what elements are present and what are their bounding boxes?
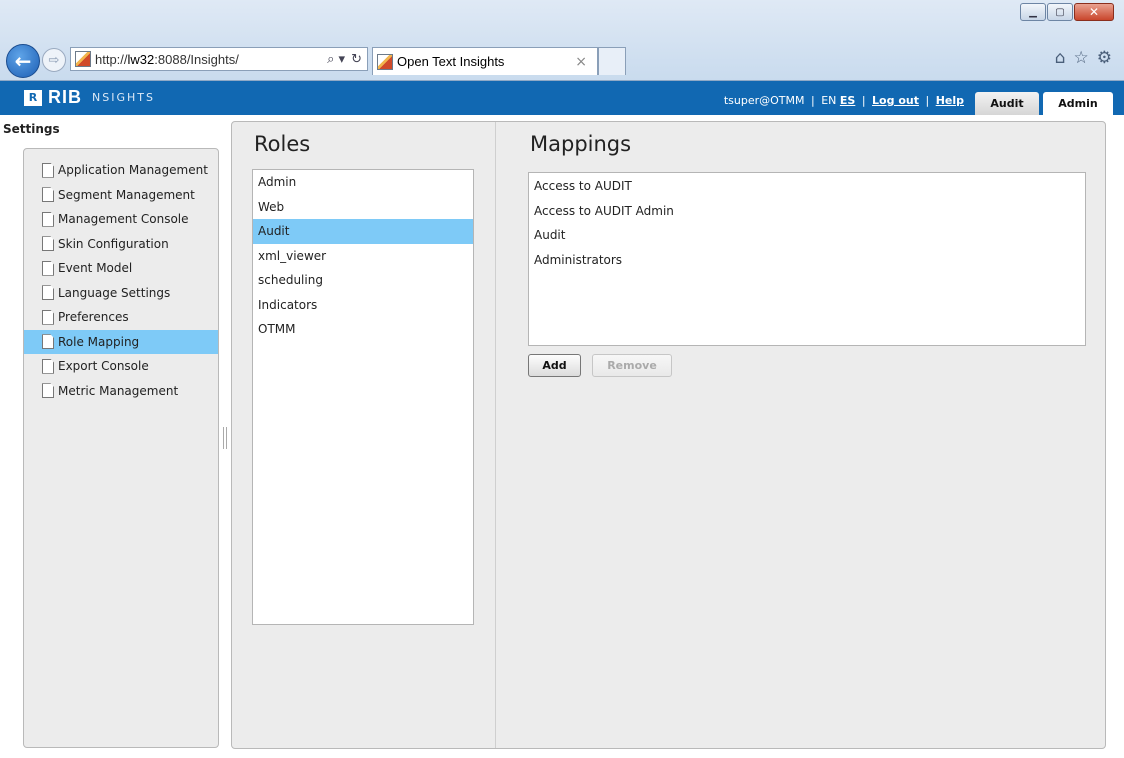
roles-title: Roles [254, 132, 311, 156]
user-links: tsuper@OTMM | EN ES | Log out | Help [723, 94, 964, 107]
tab-title: Open Text Insights [397, 54, 505, 69]
logo-icon: R [24, 89, 42, 106]
mappings-list[interactable]: Access to AUDIT Access to AUDIT Admin Au… [528, 172, 1086, 346]
document-icon [42, 162, 54, 178]
sidebar-item-management-console[interactable]: Management Console [24, 207, 218, 232]
home-icon[interactable]: ⌂ [1055, 48, 1066, 68]
product-name: NSIGHTS [92, 91, 155, 104]
maximize-button[interactable]: ▢ [1047, 3, 1073, 21]
star-icon[interactable]: ☆ [1074, 48, 1089, 68]
sidebar-item-application-management[interactable]: Application Management [24, 158, 218, 183]
close-tab-icon[interactable]: × [575, 54, 597, 70]
settings-sidebar: Application Management Segment Managemen… [23, 148, 219, 748]
panel-splitter-handle[interactable] [223, 427, 227, 449]
mapping-item[interactable]: Administrators [529, 248, 1085, 273]
role-item[interactable]: Indicators [253, 293, 473, 318]
browser-toolbar-right: ⌂ ☆ ⚙ [1055, 48, 1112, 68]
window-controls: ▁ ▢ ✕ [1019, 3, 1114, 21]
help-link[interactable]: Help [936, 94, 964, 107]
sidebar-item-role-mapping[interactable]: Role Mapping [24, 329, 218, 354]
logout-link[interactable]: Log out [872, 94, 919, 107]
sidebar-item-skin-configuration[interactable]: Skin Configuration [24, 232, 218, 257]
role-item[interactable]: scheduling [253, 268, 473, 293]
document-icon [42, 236, 54, 252]
role-item[interactable]: Web [253, 195, 473, 220]
new-tab-button[interactable] [598, 47, 626, 75]
role-item[interactable]: OTMM [253, 317, 473, 342]
document-icon [42, 358, 54, 374]
url-host: lw32 [127, 51, 155, 67]
roles-list[interactable]: Admin Web Audit xml_viewer scheduling In… [252, 169, 474, 625]
document-icon [42, 334, 54, 350]
sidebar-item-metric-management[interactable]: Metric Management [24, 379, 218, 404]
document-icon [42, 260, 54, 276]
sidebar-item-language-settings[interactable]: Language Settings [24, 281, 218, 306]
tab-audit[interactable]: Audit [975, 92, 1039, 115]
lang-en: EN [821, 94, 837, 107]
mapping-item[interactable]: Access to AUDIT [529, 174, 1085, 199]
sidebar-item-segment-management[interactable]: Segment Management [24, 183, 218, 208]
mappings-title: Mappings [530, 132, 632, 156]
mapping-item[interactable]: Audit [529, 223, 1085, 248]
url-text[interactable]: http://lw32:8088/Insights/ [95, 52, 327, 67]
back-icon[interactable]: ← [6, 44, 40, 78]
forward-icon[interactable]: ⇨ [42, 48, 66, 72]
remove-button[interactable]: Remove [592, 354, 672, 377]
refresh-icon[interactable]: ↻ [351, 52, 362, 67]
roles-pane: Roles Admin Web Audit xml_viewer schedul… [232, 122, 496, 748]
role-item[interactable]: Admin [253, 170, 473, 195]
minimize-button[interactable]: ▁ [1020, 3, 1046, 21]
address-bar[interactable]: http://lw32:8088/Insights/ ⌕ ▾ ↻ [70, 47, 368, 71]
app-header: R RIB NSIGHTS tsuper@OTMM | EN ES | Log … [0, 81, 1124, 115]
document-icon [42, 309, 54, 325]
role-mapping-panel: Roles Admin Web Audit xml_viewer schedul… [231, 121, 1106, 749]
settings-title: Settings [3, 122, 60, 136]
mappings-pane: Mappings Access to AUDIT Access to AUDIT… [496, 122, 1105, 748]
favicon [75, 51, 91, 67]
close-window-button[interactable]: ✕ [1074, 3, 1114, 21]
document-icon [42, 187, 54, 203]
role-item[interactable]: xml_viewer [253, 244, 473, 269]
logo-text: RIB [48, 87, 82, 107]
document-icon [42, 285, 54, 301]
role-item-selected[interactable]: Audit [253, 219, 473, 244]
browser-chrome: ▁ ▢ ✕ ← ⇨ http://lw32:8088/Insights/ ⌕ ▾… [0, 0, 1124, 81]
username: tsuper@OTMM [723, 94, 805, 107]
browser-tab[interactable]: Open Text Insights × [372, 47, 598, 75]
document-icon [42, 211, 54, 227]
lang-es-link[interactable]: ES [840, 94, 855, 107]
add-button[interactable]: Add [528, 354, 581, 377]
mapping-item[interactable]: Access to AUDIT Admin [529, 199, 1085, 224]
app-logo: R RIB NSIGHTS [24, 87, 155, 108]
sidebar-item-event-model[interactable]: Event Model [24, 256, 218, 281]
gear-icon[interactable]: ⚙ [1097, 48, 1112, 68]
sidebar-item-preferences[interactable]: Preferences [24, 305, 218, 330]
document-icon [42, 383, 54, 399]
tab-admin[interactable]: Admin [1043, 92, 1113, 115]
tab-favicon [377, 53, 393, 70]
search-icon[interactable]: ⌕ ▾ [327, 52, 345, 67]
sidebar-item-export-console[interactable]: Export Console [24, 354, 218, 379]
